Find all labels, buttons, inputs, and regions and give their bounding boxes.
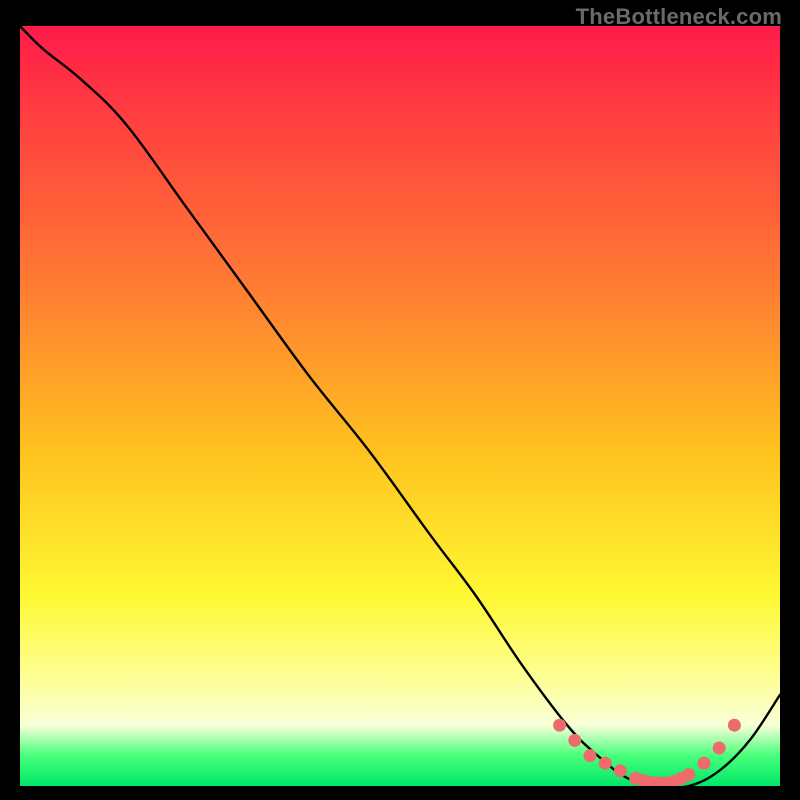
- highlight-dot: [568, 734, 581, 747]
- highlight-dot: [599, 757, 612, 770]
- curve-svg: [20, 26, 780, 786]
- bottleneck-curve: [20, 26, 780, 786]
- highlight-dot: [553, 719, 566, 732]
- highlight-dot: [682, 768, 695, 781]
- plot-area: [20, 26, 780, 786]
- highlight-dot: [713, 742, 726, 755]
- highlight-dot: [614, 764, 627, 777]
- highlight-dot: [698, 757, 711, 770]
- highlight-dot: [728, 719, 741, 732]
- highlight-dot: [584, 749, 597, 762]
- chart-frame: TheBottleneck.com: [0, 0, 800, 800]
